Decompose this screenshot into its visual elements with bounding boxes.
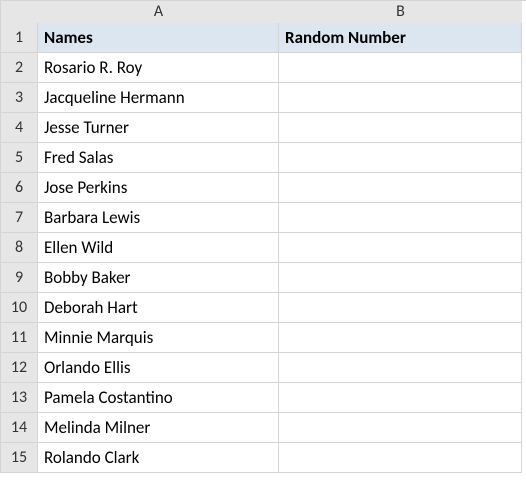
cell-B4[interactable]	[279, 113, 522, 143]
row-header-4[interactable]: 4	[1, 113, 38, 143]
row-header-1[interactable]: 1	[1, 23, 38, 53]
cell-B12[interactable]	[279, 353, 522, 383]
cell-B8[interactable]	[279, 233, 522, 263]
row-header-7[interactable]: 7	[1, 203, 38, 233]
row-header-6[interactable]: 6	[1, 173, 38, 203]
cell-A14[interactable]: Melinda Milner	[38, 413, 279, 443]
row-header-9[interactable]: 9	[1, 263, 38, 293]
cell-B3[interactable]	[279, 83, 522, 113]
column-header-A[interactable]: A	[38, 1, 279, 23]
cell-A10[interactable]: Deborah Hart	[38, 293, 279, 323]
cell-A8[interactable]: Ellen Wild	[38, 233, 279, 263]
cell-A5[interactable]: Fred Salas	[38, 143, 279, 173]
cell-B13[interactable]	[279, 383, 522, 413]
cell-A3[interactable]: Jacqueline Hermann	[38, 83, 279, 113]
cell-B9[interactable]	[279, 263, 522, 293]
cell-A9[interactable]: Bobby Baker	[38, 263, 279, 293]
cell-B7[interactable]	[279, 203, 522, 233]
row-header-8[interactable]: 8	[1, 233, 38, 263]
row-header-5[interactable]: 5	[1, 143, 38, 173]
cell-A12[interactable]: Orlando Ellis	[38, 353, 279, 383]
cell-A7[interactable]: Barbara Lewis	[38, 203, 279, 233]
cell-B11[interactable]	[279, 323, 522, 353]
row-header-3[interactable]: 3	[1, 83, 38, 113]
cell-A15[interactable]: Rolando Clark	[38, 443, 279, 473]
row-header-14[interactable]: 14	[1, 413, 38, 443]
row-header-11[interactable]: 11	[1, 323, 38, 353]
cell-B5[interactable]	[279, 143, 522, 173]
cell-A2[interactable]: Rosario R. Roy	[38, 53, 279, 83]
cell-A1[interactable]: Names	[38, 23, 279, 53]
select-all-corner[interactable]	[1, 1, 38, 23]
column-header-B[interactable]: B	[279, 1, 522, 23]
cell-B10[interactable]	[279, 293, 522, 323]
cell-B6[interactable]	[279, 173, 522, 203]
row-header-15[interactable]: 15	[1, 443, 38, 473]
row-header-12[interactable]: 12	[1, 353, 38, 383]
cell-B14[interactable]	[279, 413, 522, 443]
cell-B15[interactable]	[279, 443, 522, 473]
cell-B2[interactable]	[279, 53, 522, 83]
cell-A13[interactable]: Pamela Costantino	[38, 383, 279, 413]
row-header-10[interactable]: 10	[1, 293, 38, 323]
row-header-2[interactable]: 2	[1, 53, 38, 83]
cell-A6[interactable]: Jose Perkins	[38, 173, 279, 203]
spreadsheet-grid: A B 1 Names Random Number 2 Rosario R. R…	[0, 0, 526, 473]
row-header-13[interactable]: 13	[1, 383, 38, 413]
cell-A11[interactable]: Minnie Marquis	[38, 323, 279, 353]
cell-A4[interactable]: Jesse Turner	[38, 113, 279, 143]
cell-B1[interactable]: Random Number	[279, 23, 522, 53]
